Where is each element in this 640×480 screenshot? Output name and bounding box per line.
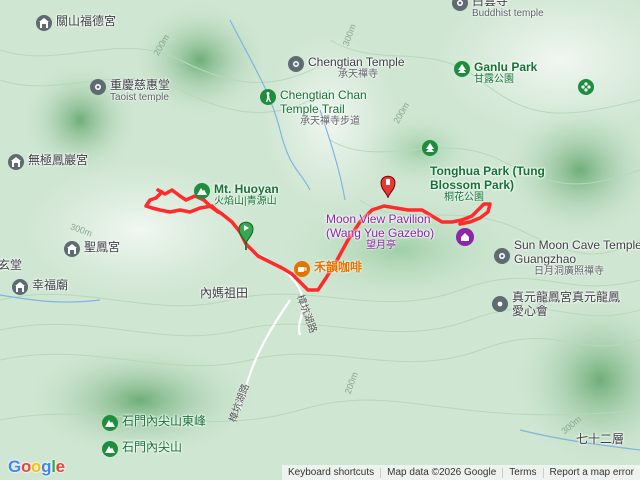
- poi-wuji-fengyan-temple[interactable]: 無極鳳巖宮: [8, 153, 88, 170]
- poi-sublabel: 桐花公園: [444, 192, 484, 203]
- mountain-icon: [194, 183, 210, 199]
- poi-sublabel: 甘露公園: [474, 74, 514, 85]
- poi-label: Sun Moon Cave Temple Guangzhao: [514, 238, 640, 266]
- poi-sublabel: Buddhist temple: [472, 8, 544, 19]
- place-label-neima: 內媽祖田: [200, 286, 249, 300]
- poi-label: 無極鳳巖宮: [28, 153, 89, 167]
- temple-icon: [288, 56, 304, 72]
- poi-label: 石門內尖山: [122, 440, 183, 454]
- mountain-icon: [102, 441, 118, 457]
- poi-sublabel: 承天禪寺步道: [300, 116, 360, 127]
- poi-zhenyuan-longfeng-temple[interactable]: 真元龍鳳宮真元龍鳳愛心會: [492, 290, 624, 318]
- temple-icon: [64, 241, 80, 257]
- poi-xingfu-temple[interactable]: 幸福廟: [12, 278, 68, 295]
- poi-chengtian-trail[interactable]: Chengtian Chan Temple Trail 承天禪寺步道: [260, 88, 400, 128]
- poi-label: 幸福廟: [32, 278, 69, 292]
- map-data-attribution: Map data ©2026 Google: [387, 467, 497, 478]
- poi-moon-view-pavilion[interactable]: Moon View Pavilion (Wang Yue Gazebo) 望月亭: [326, 212, 458, 252]
- tree-icon: [454, 61, 470, 77]
- temple-icon: [36, 15, 52, 31]
- poi-label: 真元龍鳳宮真元龍鳳愛心會: [512, 290, 621, 318]
- poi-label: Chengtian Chan Temple Trail: [280, 88, 367, 116]
- poi-label: Mt. Huoyan: [214, 182, 279, 196]
- poi-baiyun-temple[interactable]: 白雲寺 Buddhist temple: [452, 0, 544, 20]
- poi-label: 禾韻咖啡: [314, 260, 363, 274]
- poi-sun-moon-cave-temple[interactable]: Sun Moon Cave Temple Guangzhao 日月洞廣照禪寺: [494, 238, 640, 278]
- poi-xuantang-label[interactable]: 玄堂: [0, 256, 22, 273]
- info-icon: [492, 296, 508, 312]
- keyboard-shortcuts-link[interactable]: Keyboard shortcuts: [282, 467, 380, 478]
- poi-flower-icon-marker[interactable]: [578, 78, 594, 95]
- poi-chongqing-cihui-temple[interactable]: 重慶慈惠堂 Taoist temple: [90, 78, 170, 104]
- poi-heyun-cafe[interactable]: 禾韻咖啡: [294, 260, 362, 277]
- poi-neijian-east-peak[interactable]: 石門內尖山東峰: [102, 414, 206, 431]
- temple-icon: [8, 154, 24, 170]
- poi-label: 重慶慈惠堂: [110, 78, 171, 92]
- report-error-link[interactable]: Report a map error: [544, 467, 640, 478]
- poi-tonghua-park[interactable]: Tonghua Park (Tung Blossom Park) 桐花公園: [408, 140, 560, 204]
- landmark-icon[interactable]: [456, 228, 474, 246]
- poi-ganlu-park[interactable]: Ganlu Park 甘露公園: [454, 60, 537, 86]
- poi-sublabel: 火焰山|青源山: [214, 196, 277, 207]
- poi-label: 石門內尖山東峰: [122, 414, 207, 428]
- google-logo: Google: [8, 457, 65, 476]
- cafe-icon: [294, 261, 310, 277]
- poi-label: Chengtian Temple: [308, 55, 405, 69]
- poi-sublabel: 承天禪寺: [338, 69, 378, 80]
- poi-label: Ganlu Park: [474, 60, 538, 74]
- terms-link[interactable]: Terms: [503, 467, 542, 478]
- hiking-icon: [260, 89, 276, 105]
- poi-label: 關山福德宮: [56, 14, 117, 28]
- poi-shengfeng-temple[interactable]: 聖鳳宮: [64, 240, 120, 257]
- poi-mt-huoyan[interactable]: Mt. Huoyan 火焰山|青源山: [194, 182, 279, 208]
- poi-sublabel: 日月洞廣照禪寺: [534, 266, 604, 277]
- tree-icon: [422, 140, 438, 156]
- mountain-icon: [102, 415, 118, 431]
- poi-neijian-mountain[interactable]: 石門內尖山: [102, 440, 182, 457]
- temple-icon: [494, 248, 510, 264]
- poi-label: 聖鳳宮: [84, 240, 121, 254]
- poi-label: Moon View Pavilion (Wang Yue Gazebo): [326, 212, 435, 240]
- poi-guanshan-fude-temple[interactable]: 關山福德宮: [36, 14, 116, 31]
- flower-icon: [578, 79, 594, 95]
- poi-sublabel: 望月亭: [366, 240, 396, 251]
- temple-icon: [90, 79, 106, 95]
- poi-sublabel: Taoist temple: [110, 92, 169, 103]
- temple-icon: [12, 279, 28, 295]
- temple-icon: [452, 0, 468, 11]
- poi-chengtian-temple[interactable]: Chengtian Temple 承天禪寺: [288, 55, 405, 81]
- poi-label: Tonghua Park (Tung Blossom Park): [430, 164, 545, 192]
- map-footer: Keyboard shortcuts Map data ©2026 Google…: [281, 465, 640, 480]
- map-canvas[interactable]: 200m 300m 200m 300m 200m 300m 300m 樟坑湖路 …: [0, 0, 640, 480]
- poi-label: 白雲寺: [472, 0, 509, 8]
- place-label-qishi: 七十二層: [576, 432, 625, 446]
